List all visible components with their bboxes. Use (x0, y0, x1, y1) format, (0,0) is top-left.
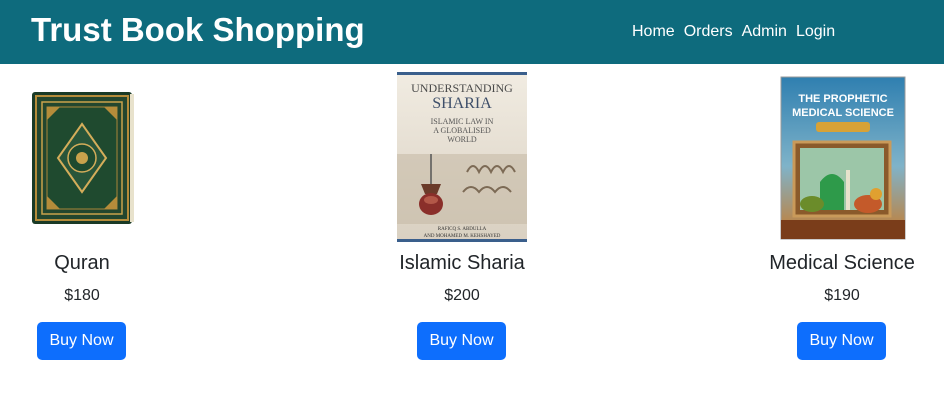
svg-text:A GLOBALISED: A GLOBALISED (433, 126, 491, 135)
product-price: $180 (64, 287, 100, 304)
svg-text:ISLAMIC LAW IN: ISLAMIC LAW IN (431, 117, 494, 126)
nav-links: Home Orders Admin Login (632, 22, 835, 42)
svg-text:AND MOHAMED M. KEHSHAYED: AND MOHAMED M. KEHSHAYED (424, 234, 501, 239)
nav-orders-link[interactable]: Orders (684, 22, 733, 42)
buy-now-button[interactable]: Buy Now (417, 322, 506, 360)
product-cover-medical-science: THE PROPHETIC MEDICAL SCIENCE (780, 76, 906, 240)
buy-now-button[interactable]: Buy Now (37, 322, 126, 360)
navbar: Trust Book Shopping Home Orders Admin Lo… (0, 0, 944, 64)
product-price: $190 (824, 287, 860, 304)
svg-text:THE PROPHETIC: THE PROPHETIC (798, 93, 887, 105)
product-title: Islamic Sharia (399, 252, 525, 274)
svg-text:WORLD: WORLD (447, 135, 477, 144)
nav-admin-link[interactable]: Admin (742, 22, 787, 42)
svg-text:SHARIA: SHARIA (432, 95, 492, 112)
svg-text:RAFICQ S. ABDULLA: RAFICQ S. ABDULLA (438, 227, 487, 232)
nav-login-link[interactable]: Login (796, 22, 835, 42)
svg-text:MEDICAL SCIENCE: MEDICAL SCIENCE (792, 107, 894, 119)
buy-now-button[interactable]: Buy Now (797, 322, 886, 360)
product-price: $200 (444, 287, 480, 304)
product-cover-quran (32, 92, 134, 224)
product-title: Medical Science (769, 252, 915, 274)
nav-home-link[interactable]: Home (632, 22, 675, 42)
brand-title[interactable]: Trust Book Shopping (31, 10, 365, 50)
product-cover-islamic-sharia: UNDERSTANDING SHARIA ISLAMIC LAW IN A GL… (397, 72, 527, 242)
product-title: Quran (54, 252, 110, 274)
svg-text:UNDERSTANDING: UNDERSTANDING (411, 81, 513, 95)
